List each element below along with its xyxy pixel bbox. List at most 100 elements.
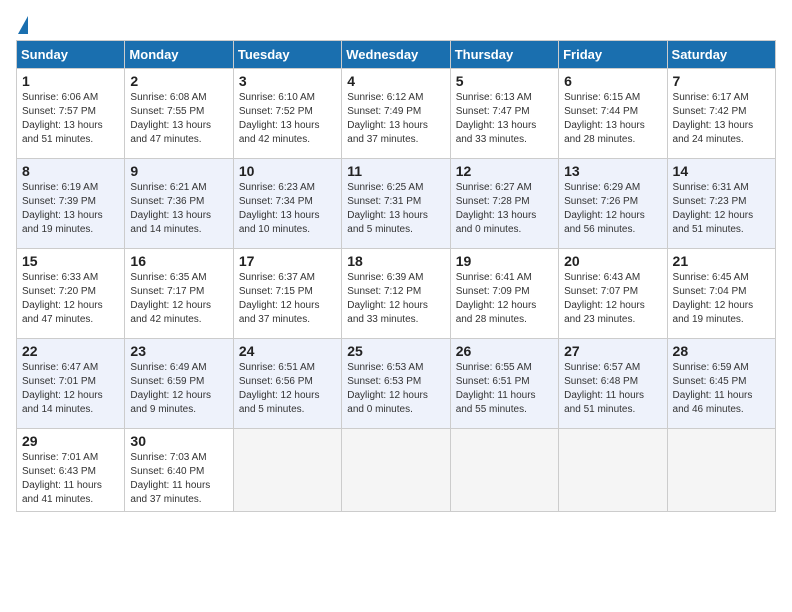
day-info: Sunrise: 6:29 AMSunset: 7:26 PMDaylight:…: [564, 181, 661, 237]
day-number: 18: [347, 253, 444, 269]
calendar-cell: 24Sunrise: 6:51 AMSunset: 6:56 PMDayligh…: [233, 339, 341, 429]
calendar-header-row: SundayMondayTuesdayWednesdayThursdayFrid…: [17, 41, 776, 69]
day-info: Sunrise: 6:21 AMSunset: 7:36 PMDaylight:…: [130, 181, 227, 237]
day-number: 21: [673, 253, 770, 269]
day-number: 7: [673, 73, 770, 89]
day-number: 4: [347, 73, 444, 89]
day-info: Sunrise: 6:13 AMSunset: 7:47 PMDaylight:…: [456, 91, 553, 147]
day-info: Sunrise: 6:55 AMSunset: 6:51 PMDaylight:…: [456, 361, 553, 417]
calendar-cell: 2 Sunrise: 6:08 AMSunset: 7:55 PMDaylight…: [125, 69, 233, 159]
calendar-cell: 19 Sunrise: 6:41 AMSunset: 7:09 PMDayligh…: [450, 249, 558, 339]
calendar-cell: [559, 429, 667, 512]
col-header-monday: Monday: [125, 41, 233, 69]
day-number: 22: [22, 343, 119, 359]
day-number: 30: [130, 433, 227, 449]
logo-triangle-icon: [18, 16, 28, 34]
day-info: Sunrise: 6:15 AMSunset: 7:44 PMDaylight:…: [564, 91, 661, 147]
calendar-cell: 13Sunrise: 6:29 AMSunset: 7:26 PMDayligh…: [559, 159, 667, 249]
day-number: 29: [22, 433, 119, 449]
day-number: 20: [564, 253, 661, 269]
calendar-cell: [342, 429, 450, 512]
day-info: Sunrise: 6:33 AMSunset: 7:20 PMDaylight:…: [22, 271, 119, 327]
day-info: Sunrise: 6:19 AMSunset: 7:39 PMDaylight:…: [22, 181, 119, 237]
day-number: 19: [456, 253, 553, 269]
day-info: Sunrise: 6:08 AMSunset: 7:55 PMDaylight:…: [130, 91, 227, 147]
calendar-cell: 6 Sunrise: 6:15 AMSunset: 7:44 PMDaylight…: [559, 69, 667, 159]
calendar-cell: [667, 429, 775, 512]
day-number: 6: [564, 73, 661, 89]
calendar-cell: [233, 429, 341, 512]
col-header-sunday: Sunday: [17, 41, 125, 69]
col-header-wednesday: Wednesday: [342, 41, 450, 69]
week-row-3: 15 Sunrise: 6:33 AMSunset: 7:20 PMDayligh…: [17, 249, 776, 339]
week-row-2: 8 Sunrise: 6:19 AMSunset: 7:39 PMDaylight…: [17, 159, 776, 249]
day-number: 1: [22, 73, 119, 89]
day-info: Sunrise: 6:31 AMSunset: 7:23 PMDaylight:…: [673, 181, 770, 237]
day-info: Sunrise: 6:23 AMSunset: 7:34 PMDaylight:…: [239, 181, 336, 237]
day-info: Sunrise: 6:12 AMSunset: 7:49 PMDaylight:…: [347, 91, 444, 147]
calendar-table: SundayMondayTuesdayWednesdayThursdayFrid…: [16, 40, 776, 512]
day-number: 27: [564, 343, 661, 359]
day-number: 9: [130, 163, 227, 179]
calendar-cell: 8 Sunrise: 6:19 AMSunset: 7:39 PMDaylight…: [17, 159, 125, 249]
col-header-friday: Friday: [559, 41, 667, 69]
calendar-cell: 15 Sunrise: 6:33 AMSunset: 7:20 PMDayligh…: [17, 249, 125, 339]
day-number: 12: [456, 163, 553, 179]
calendar-cell: 29 Sunrise: 7:01 AMSunset: 6:43 PMDayligh…: [17, 429, 125, 512]
day-number: 2: [130, 73, 227, 89]
calendar-cell: 3 Sunrise: 6:10 AMSunset: 7:52 PMDaylight…: [233, 69, 341, 159]
calendar-cell: 21 Sunrise: 6:45 AMSunset: 7:04 PMDayligh…: [667, 249, 775, 339]
day-info: Sunrise: 6:45 AMSunset: 7:04 PMDaylight:…: [673, 271, 770, 327]
day-info: Sunrise: 6:41 AMSunset: 7:09 PMDaylight:…: [456, 271, 553, 327]
day-info: Sunrise: 6:35 AMSunset: 7:17 PMDaylight:…: [130, 271, 227, 327]
day-number: 3: [239, 73, 336, 89]
calendar-cell: 10 Sunrise: 6:23 AMSunset: 7:34 PMDayligh…: [233, 159, 341, 249]
week-row-1: 1 Sunrise: 6:06 AMSunset: 7:57 PMDaylight…: [17, 69, 776, 159]
calendar-cell: 7 Sunrise: 6:17 AMSunset: 7:42 PMDaylight…: [667, 69, 775, 159]
col-header-tuesday: Tuesday: [233, 41, 341, 69]
calendar-cell: 26 Sunrise: 6:55 AMSunset: 6:51 PMDayligh…: [450, 339, 558, 429]
day-number: 5: [456, 73, 553, 89]
day-number: 8: [22, 163, 119, 179]
page-header: [16, 16, 776, 32]
day-info: Sunrise: 6:10 AMSunset: 7:52 PMDaylight:…: [239, 91, 336, 147]
col-header-saturday: Saturday: [667, 41, 775, 69]
calendar-cell: 27 Sunrise: 6:57 AMSunset: 6:48 PMDayligh…: [559, 339, 667, 429]
day-number: 26: [456, 343, 553, 359]
day-info: Sunrise: 6:27 AMSunset: 7:28 PMDaylight:…: [456, 181, 553, 237]
calendar-cell: 22 Sunrise: 6:47 AMSunset: 7:01 PMDayligh…: [17, 339, 125, 429]
calendar-cell: 23Sunrise: 6:49 AMSunset: 6:59 PMDayligh…: [125, 339, 233, 429]
day-info: Sunrise: 6:59 AMSunset: 6:45 PMDaylight:…: [673, 361, 770, 417]
day-info: Sunrise: 6:25 AMSunset: 7:31 PMDaylight:…: [347, 181, 444, 237]
calendar-cell: 17Sunrise: 6:37 AMSunset: 7:15 PMDayligh…: [233, 249, 341, 339]
day-number: 14: [673, 163, 770, 179]
day-number: 24: [239, 343, 336, 359]
day-number: 25: [347, 343, 444, 359]
day-info: Sunrise: 6:57 AMSunset: 6:48 PMDaylight:…: [564, 361, 661, 417]
day-number: 15: [22, 253, 119, 269]
calendar-cell: 9 Sunrise: 6:21 AMSunset: 7:36 PMDaylight…: [125, 159, 233, 249]
day-info: Sunrise: 6:06 AMSunset: 7:57 PMDaylight:…: [22, 91, 119, 147]
calendar-cell: 1 Sunrise: 6:06 AMSunset: 7:57 PMDaylight…: [17, 69, 125, 159]
day-info: Sunrise: 6:17 AMSunset: 7:42 PMDaylight:…: [673, 91, 770, 147]
day-number: 10: [239, 163, 336, 179]
day-info: Sunrise: 7:01 AMSunset: 6:43 PMDaylight:…: [22, 451, 119, 507]
day-number: 16: [130, 253, 227, 269]
day-info: Sunrise: 6:43 AMSunset: 7:07 PMDaylight:…: [564, 271, 661, 327]
calendar-cell: 25 Sunrise: 6:53 AMSunset: 6:53 PMDayligh…: [342, 339, 450, 429]
calendar-cell: 14 Sunrise: 6:31 AMSunset: 7:23 PMDayligh…: [667, 159, 775, 249]
calendar-cell: 4 Sunrise: 6:12 AMSunset: 7:49 PMDaylight…: [342, 69, 450, 159]
logo: [16, 16, 28, 32]
day-info: Sunrise: 6:53 AMSunset: 6:53 PMDaylight:…: [347, 361, 444, 417]
day-number: 28: [673, 343, 770, 359]
day-info: Sunrise: 6:47 AMSunset: 7:01 PMDaylight:…: [22, 361, 119, 417]
calendar-cell: 20 Sunrise: 6:43 AMSunset: 7:07 PMDayligh…: [559, 249, 667, 339]
day-info: Sunrise: 6:37 AMSunset: 7:15 PMDaylight:…: [239, 271, 336, 327]
calendar-cell: 28 Sunrise: 6:59 AMSunset: 6:45 PMDayligh…: [667, 339, 775, 429]
calendar-cell: 5 Sunrise: 6:13 AMSunset: 7:47 PMDaylight…: [450, 69, 558, 159]
calendar-cell: [450, 429, 558, 512]
day-info: Sunrise: 6:49 AMSunset: 6:59 PMDaylight:…: [130, 361, 227, 417]
calendar-cell: 11Sunrise: 6:25 AMSunset: 7:31 PMDayligh…: [342, 159, 450, 249]
calendar-cell: 30Sunrise: 7:03 AMSunset: 6:40 PMDayligh…: [125, 429, 233, 512]
week-row-5: 29 Sunrise: 7:01 AMSunset: 6:43 PMDayligh…: [17, 429, 776, 512]
